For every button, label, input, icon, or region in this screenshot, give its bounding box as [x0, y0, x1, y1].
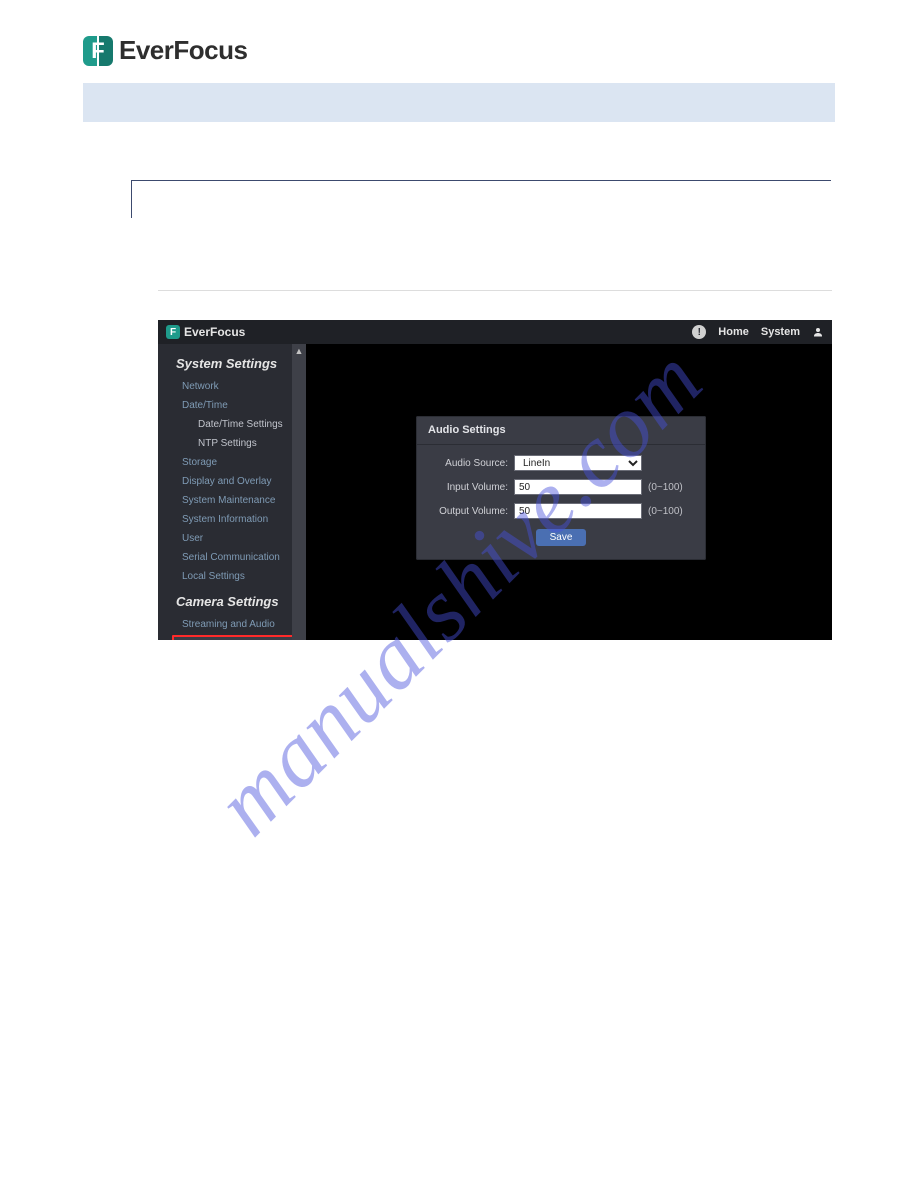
input-volume-hint: (0~100)	[648, 482, 683, 493]
output-volume-field[interactable]	[514, 503, 642, 519]
logo-icon: F	[83, 36, 113, 66]
sidebar-item-serial-communication[interactable]: Serial Communication	[158, 548, 306, 567]
sidebar-item-network[interactable]: Network	[158, 377, 306, 396]
nav-home[interactable]: Home	[718, 326, 749, 338]
sidebar: ▲ System Settings Network Date/Time Date…	[158, 344, 306, 640]
sidebar-sub-ntp-settings[interactable]: NTP Settings	[158, 434, 306, 453]
output-volume-label: Output Volume:	[428, 506, 508, 517]
user-icon[interactable]	[812, 326, 824, 338]
audio-settings-panel: Audio Settings Audio Source: LineIn Inpu…	[416, 416, 706, 560]
sidebar-item-user[interactable]: User	[158, 529, 306, 548]
info-icon[interactable]: !	[692, 325, 706, 339]
sidebar-item-system-information[interactable]: System Information	[158, 510, 306, 529]
sidebar-item-datetime[interactable]: Date/Time	[158, 396, 306, 415]
input-volume-field[interactable]	[514, 479, 642, 495]
app-logo-icon: F	[166, 325, 180, 339]
nav-system[interactable]: System	[761, 326, 800, 338]
scroll-up-icon[interactable]: ▲	[295, 346, 304, 356]
app-topbar: F EverFocus ! Home System	[158, 320, 832, 344]
sidebar-system-title: System Settings	[158, 352, 306, 377]
audio-source-label: Audio Source:	[428, 458, 508, 469]
save-button[interactable]: Save	[536, 529, 587, 546]
panel-title: Audio Settings	[416, 416, 706, 445]
sidebar-item-storage[interactable]: Storage	[158, 453, 306, 472]
output-volume-hint: (0~100)	[648, 506, 683, 517]
sidebar-item-local-settings[interactable]: Local Settings	[158, 567, 306, 586]
sidebar-item-streaming-audio[interactable]: Streaming and Audio	[158, 615, 306, 634]
app-brand-text: EverFocus	[184, 325, 245, 339]
scrollbar[interactable]: ▲	[292, 344, 306, 640]
header-light-bar	[83, 83, 835, 122]
sidebar-item-display-overlay[interactable]: Display and Overlay	[158, 472, 306, 491]
app-screenshot: F EverFocus ! Home System ▲ System Setti…	[158, 320, 832, 640]
sidebar-sub-datetime-settings[interactable]: Date/Time Settings	[158, 415, 306, 434]
page-brand-logo: F EverFocus	[83, 35, 247, 66]
app-brand: F EverFocus	[166, 325, 245, 339]
sidebar-camera-title: Camera Settings	[158, 586, 306, 615]
page-brand-text: EverFocus	[119, 35, 247, 66]
audio-source-select[interactable]: LineIn	[514, 455, 642, 471]
input-volume-label: Input Volume:	[428, 482, 508, 493]
content-area: Audio Settings Audio Source: LineIn Inpu…	[306, 344, 832, 640]
horizontal-divider	[158, 290, 832, 291]
sidebar-item-system-maintenance[interactable]: System Maintenance	[158, 491, 306, 510]
section-rule	[131, 180, 831, 218]
sidebar-sub-audio-settings[interactable]: Audio Settings	[172, 635, 298, 640]
